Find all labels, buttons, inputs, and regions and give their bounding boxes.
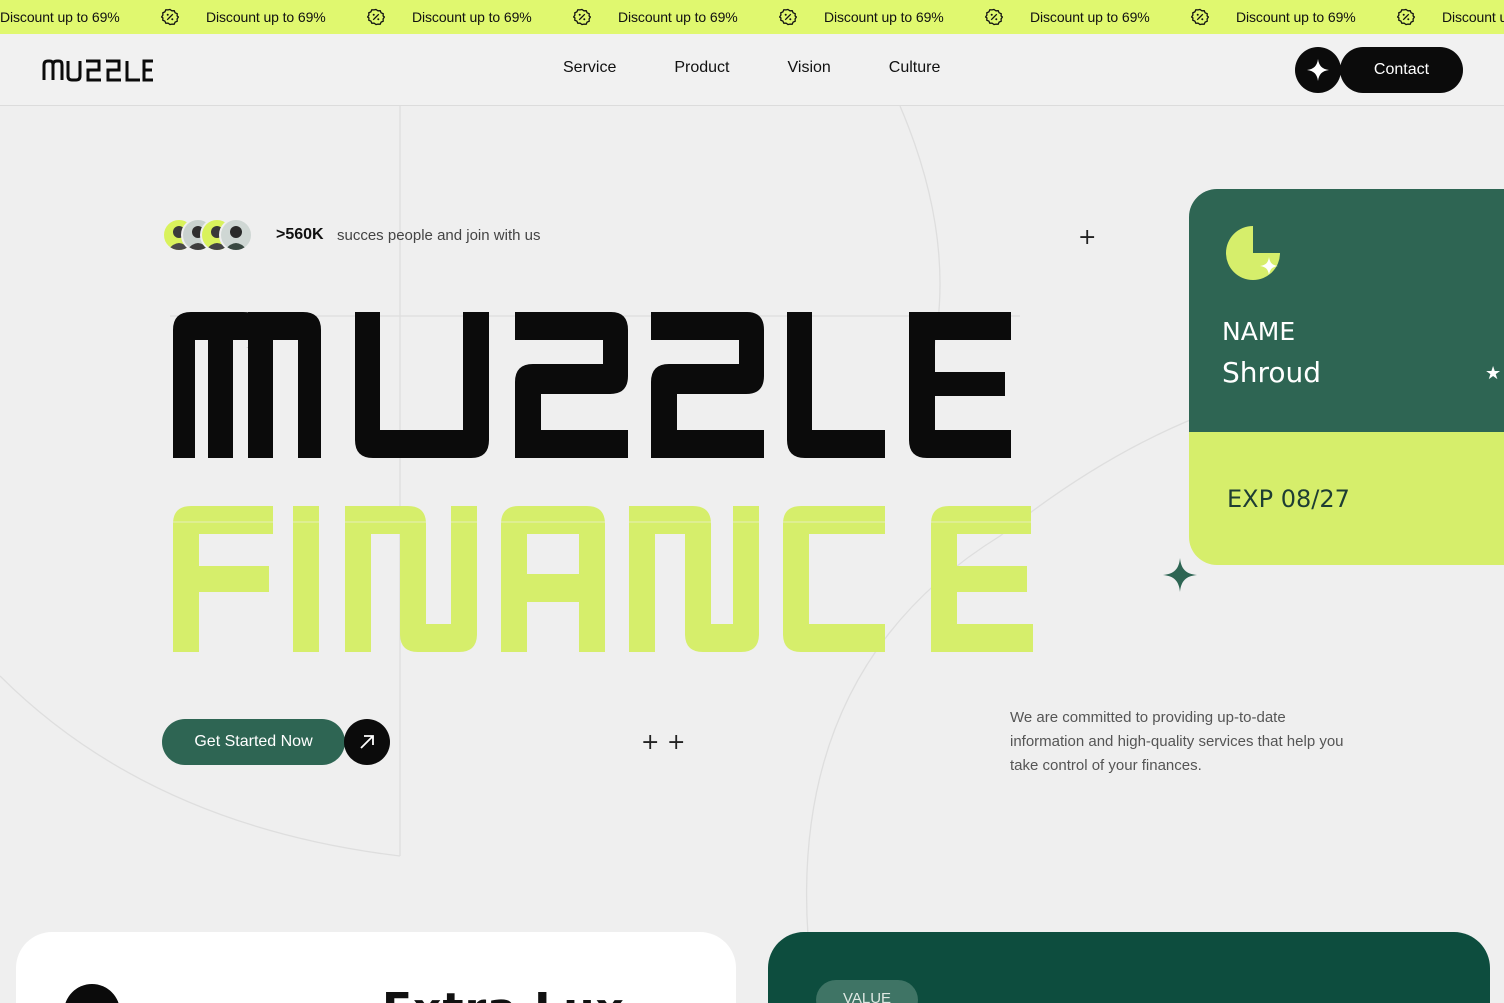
discount-badge-icon (760, 8, 816, 26)
ticker-text: Discount up to 69% (618, 9, 738, 25)
get-started-button[interactable]: Get Started Now (162, 719, 345, 765)
nav-item-culture[interactable]: Culture (889, 59, 941, 77)
ticker-item: Discount up to 69% (1434, 9, 1504, 25)
main-nav: Service Product Vision Culture (563, 59, 998, 77)
ticker-item: Discount up to 69% (0, 8, 198, 26)
ticker-item: Discount up to 69% (610, 8, 816, 26)
ticker-text: Discount up to 69% (824, 9, 944, 25)
ticker-item: Discount up to 69% (404, 8, 610, 26)
star-icon: ★ (1485, 363, 1502, 383)
title-line-finance (173, 506, 1033, 652)
ticker-item: Discount up to 69% (1228, 8, 1434, 26)
discount-badge-icon (348, 8, 404, 26)
sparkle-button[interactable] (1295, 47, 1341, 93)
avatar-group (162, 218, 262, 252)
card-name-label: NAME (1222, 317, 1296, 346)
ticker-item: Discount up to 69% (816, 8, 1022, 26)
muzzle-logo[interactable] (42, 58, 154, 87)
feature-panel-light (16, 932, 736, 1003)
value-tag[interactable]: VALUE (816, 980, 918, 1003)
card-logo-icon (1226, 226, 1284, 287)
social-proof-text: succes people and join with us (337, 227, 541, 244)
discount-badge-icon (966, 8, 1022, 26)
ticker-text: Discount up to 69% (1030, 9, 1150, 25)
social-proof-count: >560K (276, 226, 324, 243)
avatar (219, 218, 253, 252)
discount-badge-icon (142, 8, 198, 26)
ticker-text: Discount up to 69% (206, 9, 326, 25)
arrow-button[interactable] (344, 719, 390, 765)
ticker-text: Discount up to 69% (1442, 9, 1504, 25)
ticker-item: Discount up to 69% (1022, 8, 1228, 26)
nav-item-product[interactable]: Product (674, 59, 729, 77)
card-name-value: Shroud (1222, 356, 1322, 389)
discount-badge-icon (1378, 8, 1434, 26)
plus-decoration: + (1078, 225, 1097, 250)
hero-title (173, 312, 1043, 652)
card-expiry: EXP 08/27 (1227, 485, 1350, 513)
plus-decoration: + (667, 730, 686, 755)
hero-description: We are committed to providing up-to-date… (1010, 709, 1344, 774)
ticker-text: Discount up to 69% (1236, 9, 1356, 25)
arrow-up-right-icon (360, 735, 374, 749)
nav-item-service[interactable]: Service (563, 59, 616, 77)
title-line-muzzle (173, 312, 1011, 458)
panel-heading: Extra Lux (382, 984, 625, 1003)
contact-button[interactable]: Contact (1340, 47, 1463, 93)
ticker-text: Discount up to 69% (0, 9, 120, 25)
sparkle-icon (1307, 59, 1329, 81)
discount-badge-icon (1172, 8, 1228, 26)
ticker-track: Discount up to 69% Discount up to 69% Di… (0, 0, 1504, 34)
discount-badge-icon (554, 8, 610, 26)
promo-ticker: Discount up to 69% Discount up to 69% Di… (0, 0, 1504, 34)
plus-decoration: + (641, 730, 660, 755)
ticker-item: Discount up to 69% (198, 8, 404, 26)
ticker-text: Discount up to 69% (412, 9, 532, 25)
nav-item-vision[interactable]: Vision (788, 59, 831, 77)
sparkle-icon (1163, 558, 1197, 597)
logo-wordmark (42, 59, 153, 82)
site-header: Service Product Vision Culture Contact (0, 34, 1504, 106)
